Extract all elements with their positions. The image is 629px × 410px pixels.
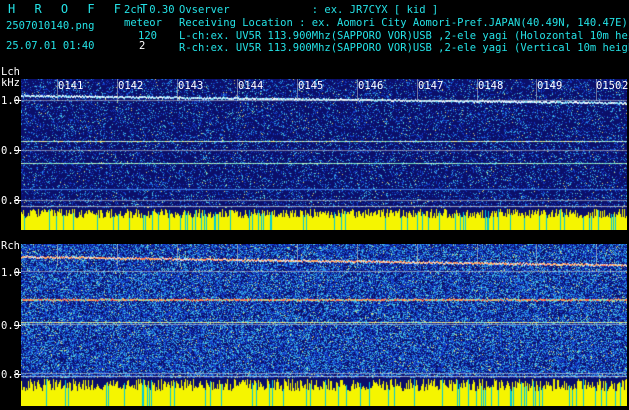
- location-line: Receiving Location : ex. Aomori City Aom…: [179, 17, 628, 29]
- rch-description: R-ch:ex. UV5R 113.900Mhz(SAPPORO VOR)USB…: [179, 42, 629, 54]
- time-tick-label: 0150: [596, 80, 622, 92]
- time-tick-label: 0148: [478, 80, 504, 92]
- mode-label: 2ch 0.30: [124, 4, 175, 16]
- time-grid-line: [117, 244, 118, 266]
- lch-waterfall: [21, 79, 627, 230]
- lch-ytick-label: 0.8: [1, 195, 20, 207]
- time-grid-line: [536, 244, 537, 266]
- khz-unit-label: kHz: [1, 77, 20, 89]
- time-grid-line: [357, 244, 358, 266]
- lch-ytick-mark: [14, 100, 21, 101]
- time-tick-label: 0141: [58, 80, 84, 92]
- lch-ytick-mark: [14, 200, 21, 201]
- rch-ytick-mark: [14, 325, 21, 326]
- time-tick-label: 0149: [537, 80, 563, 92]
- time-grid-line: [297, 244, 298, 266]
- observer-line: Ovserver : ex. JR7CYX [ kid ]: [179, 4, 439, 16]
- rch-ytick-label: 0.8: [1, 369, 20, 381]
- time-tick-label: 0142: [118, 80, 144, 92]
- rch-label: Rch: [1, 240, 20, 252]
- lch-ytick-label: 1.0: [1, 95, 20, 107]
- type-label: meteor: [124, 17, 162, 29]
- time-grid-line: [237, 244, 238, 266]
- time-tick-label: 0143: [178, 80, 204, 92]
- time-grid-line: [596, 244, 597, 266]
- time-grid-line: [57, 244, 58, 266]
- datetime-label: 25.07.01 01:40: [6, 40, 95, 52]
- rch-ytick-mark: [14, 374, 21, 375]
- time-grid-line: [177, 244, 178, 266]
- time-tick-label: 0144: [238, 80, 264, 92]
- filename-label: 2507010140.png: [6, 20, 95, 32]
- time-tick-label: 0145: [298, 80, 324, 92]
- time-grid-line: [477, 244, 478, 266]
- lch-ytick-label: 0.9: [1, 145, 20, 157]
- rch-ytick-label: 1.0: [1, 267, 20, 279]
- lch-ytick-mark: [14, 150, 21, 151]
- time-grid-line: [417, 244, 418, 266]
- lch-description: L-ch:ex. UV5R 113.900Mhz(SAPPORO VOR)USB…: [179, 30, 629, 42]
- rch-waterfall: [21, 244, 627, 406]
- rch-ytick-mark: [14, 272, 21, 273]
- rch-ytick-label: 0.9: [1, 320, 20, 332]
- lch-spectrogram-canvas: [21, 79, 627, 230]
- time-tick-label: 0146: [358, 80, 384, 92]
- rch-spectrogram-canvas: [21, 244, 627, 406]
- count-rch: 2: [139, 40, 146, 52]
- time-tick-label: 2: [622, 80, 629, 92]
- time-tick-label: 0147: [418, 80, 444, 92]
